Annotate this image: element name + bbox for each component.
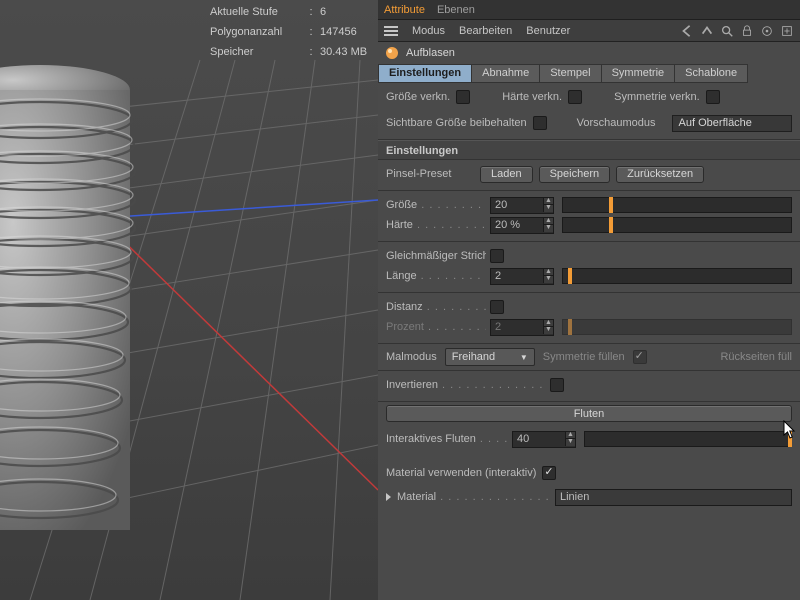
checkbox-haerte-verkn[interactable] xyxy=(568,90,582,104)
slider-haerte[interactable] xyxy=(562,217,792,233)
label-strich: Gleichmäßiger Strich xyxy=(386,250,486,262)
fluten-row: Fluten xyxy=(378,402,800,425)
label-malmodus: Malmodus xyxy=(386,351,437,363)
menu-icon[interactable] xyxy=(384,24,398,38)
search-icon[interactable] xyxy=(720,24,734,38)
settings-header: Einstellungen xyxy=(378,140,800,160)
label-symmetrie-verkn: Symmetrie verkn. xyxy=(614,91,700,103)
checkbox-symmetrie-verkn[interactable] xyxy=(706,90,720,104)
checkbox-sichtbare-groesse[interactable] xyxy=(533,116,547,130)
subtab-schablone[interactable]: Schablone xyxy=(674,64,748,83)
object-title-bar: Aufblasen xyxy=(378,42,800,64)
panel-tabs: Attribute Ebenen xyxy=(378,0,800,20)
slider-interaktives-fluten[interactable] xyxy=(584,431,792,447)
btn-laden[interactable]: Laden xyxy=(480,166,533,183)
btn-speichern[interactable]: Speichern xyxy=(539,166,611,183)
checkbox-strich[interactable] xyxy=(490,249,504,263)
menu-benutzer[interactable]: Benutzer xyxy=(526,25,570,37)
attribute-panel: Attribute Ebenen Modus Bearbeiten Benutz… xyxy=(378,0,800,600)
new-window-icon[interactable] xyxy=(780,24,794,38)
label-laenge: Länge xyxy=(386,270,486,282)
nav-back-icon[interactable] xyxy=(680,24,694,38)
lock-icon[interactable] xyxy=(740,24,754,38)
label-haerte: Härte xyxy=(386,219,486,231)
btn-zuruecksetzen[interactable]: Zurücksetzen xyxy=(616,166,704,183)
label-groesse-verkn: Größe verkn. xyxy=(386,91,450,103)
label-vorschaumodus: Vorschaumodus xyxy=(577,117,656,129)
checkbox-groesse-verkn[interactable] xyxy=(456,90,470,104)
slider-laenge[interactable] xyxy=(562,268,792,284)
subtab-stempel[interactable]: Stempel xyxy=(539,64,600,83)
label-rueckseiten: Rückseiten füll xyxy=(720,351,792,363)
object-title: Aufblasen xyxy=(406,47,455,59)
checkbox-invertieren[interactable] xyxy=(550,378,564,392)
dropdown-malmodus[interactable]: Freihand▼ xyxy=(445,348,535,366)
field-material[interactable]: Linien xyxy=(555,489,792,506)
tab-ebenen[interactable]: Ebenen xyxy=(437,4,475,16)
label-interaktives-fluten: Interaktives Fluten xyxy=(386,433,508,445)
pinsel-preset-row: Pinsel-Preset Laden Speichern Zurücksetz… xyxy=(378,160,800,191)
stroke-section: Gleichmäßiger Strich Länge 2▲▼ xyxy=(378,242,800,293)
menu-bearbeiten[interactable]: Bearbeiten xyxy=(459,25,512,37)
spinner-down-icon: ▼ xyxy=(543,327,553,334)
slider-groesse[interactable] xyxy=(562,197,792,213)
checkbox-symmetrie-fuellen xyxy=(633,350,647,364)
subtab-abnahme[interactable]: Abnahme xyxy=(471,64,539,83)
label-prozent: Prozent xyxy=(386,321,486,333)
inflate-brush-icon xyxy=(384,45,400,61)
subtabs: Einstellungen Abnahme Stempel Symmetrie … xyxy=(378,64,800,83)
input-prozent: 2▲▼ xyxy=(490,319,554,336)
label-symmetrie-fuellen: Symmetrie füllen xyxy=(543,351,625,363)
malmodus-row: Malmodus Freihand▼ Symmetrie füllen Rück… xyxy=(378,344,800,371)
label-haerte-verkn: Härte verkn. xyxy=(502,91,562,103)
spinner-down-icon[interactable]: ▼ xyxy=(543,205,553,212)
input-laenge[interactable]: 2▲▼ xyxy=(490,268,554,285)
label-distanz: Distanz xyxy=(386,301,486,313)
target-icon[interactable] xyxy=(760,24,774,38)
spinner-down-icon[interactable]: ▼ xyxy=(543,225,553,232)
label-sichtbare-groesse: Sichtbare Größe beibehalten xyxy=(386,117,527,129)
spinner-down-icon[interactable]: ▼ xyxy=(543,276,553,283)
checkbox-distanz[interactable] xyxy=(490,300,504,314)
subtab-einstellungen[interactable]: Einstellungen xyxy=(378,64,471,83)
label-material-verwenden: Material verwenden (interaktiv) xyxy=(386,467,536,479)
size-hardness: Größe 20▲▼ Härte 20 %▲▼ xyxy=(378,191,800,242)
distance-section: Distanz Prozent 2▲▼ xyxy=(378,293,800,344)
input-groesse[interactable]: 20▲▼ xyxy=(490,197,554,214)
invert-section: Invertieren xyxy=(378,371,800,402)
label-material: Material xyxy=(397,491,551,503)
panel-menubar: Modus Bearbeiten Benutzer xyxy=(378,20,800,42)
expand-material-icon[interactable] xyxy=(386,493,391,501)
material-section: Material verwenden (interaktiv) Material… xyxy=(378,455,800,513)
slider-prozent xyxy=(562,319,792,335)
dropdown-vorschaumodus[interactable]: Auf Oberfläche xyxy=(672,115,792,132)
interactive-flood: Interaktives Fluten 40▲▼ xyxy=(378,425,800,455)
viewport[interactable]: Aktuelle Stufe:6 Polygonanzahl:147456 Sp… xyxy=(0,0,378,600)
spinner-down-icon[interactable]: ▼ xyxy=(565,439,575,446)
checkbox-material-verwenden[interactable] xyxy=(542,466,556,480)
btn-fluten[interactable]: Fluten xyxy=(386,405,792,422)
label-invertieren: Invertieren xyxy=(386,379,546,391)
link-options: Größe verkn. Härte verkn. Symmetrie verk… xyxy=(378,83,800,140)
tab-attribute[interactable]: Attribute xyxy=(384,4,425,16)
input-interaktives-fluten[interactable]: 40▲▼ xyxy=(512,431,576,448)
input-haerte[interactable]: 20 %▲▼ xyxy=(490,217,554,234)
viewport-stats: Aktuelle Stufe:6 Polygonanzahl:147456 Sp… xyxy=(210,2,367,62)
viewport-canvas[interactable] xyxy=(0,0,378,600)
label-pinsel-preset: Pinsel-Preset xyxy=(386,168,474,180)
nav-up-icon[interactable] xyxy=(700,24,714,38)
label-groesse: Größe xyxy=(386,199,486,211)
menu-modus[interactable]: Modus xyxy=(412,25,445,37)
subtab-symmetrie[interactable]: Symmetrie xyxy=(601,64,675,83)
